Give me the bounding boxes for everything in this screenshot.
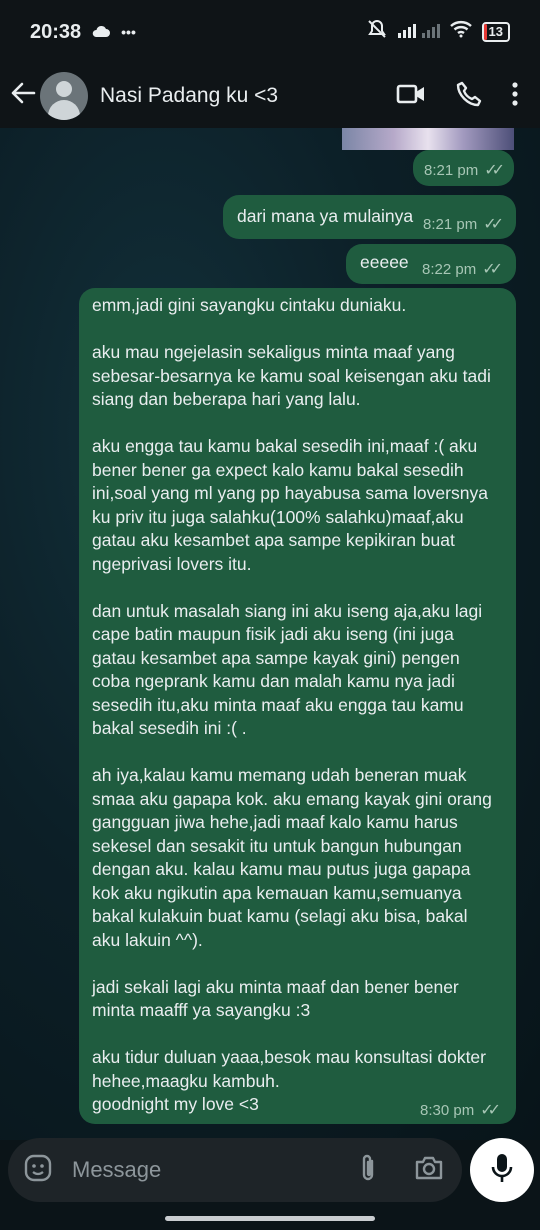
message-composer: Message [8,1138,462,1202]
mic-button[interactable] [470,1138,534,1202]
more-vert-icon[interactable] [512,81,518,111]
attach-icon[interactable] [358,1153,378,1188]
back-arrow-icon[interactable] [10,81,36,111]
chat-header: Nasi Padang ku <3 [0,64,540,128]
avatar[interactable] [40,72,88,120]
mic-icon [491,1153,513,1188]
wifi-icon [449,20,472,44]
gesture-nav-bar[interactable] [165,1216,375,1221]
battery-icon: 13 [481,22,510,42]
message-bubble[interactable]: 8:21 pm ✓✓ [413,150,514,186]
double-tick-icon: ✓✓ [484,162,505,179]
image-message-preview[interactable] [342,128,514,150]
double-tick-icon: ✓✓ [480,1102,501,1119]
message-time: 8:21 pm [424,161,479,179]
mute-icon [366,18,388,46]
message-text: emm,jadi gini sayangku cintaku duniaku. … [92,295,492,1114]
signal-icon [397,21,440,44]
message-bubble[interactable]: emm,jadi gini sayangku cintaku duniaku. … [79,288,516,1124]
camera-icon[interactable] [414,1155,444,1186]
message-time: 8:30 pm [420,1101,475,1119]
message-text: eeeee [360,252,409,272]
message-bubble[interactable]: eeeee 8:22 pm ✓✓ [346,244,516,284]
message-time: 8:22 pm [422,260,477,278]
status-bar: 20:38 ••• 13 [0,0,540,64]
message-time: 8:21 pm [423,215,478,233]
phone-icon[interactable] [456,81,482,112]
cloud-icon [91,21,111,44]
message-text: dari mana ya mulainya [237,206,414,226]
sticker-icon[interactable] [24,1154,52,1187]
contact-name[interactable]: Nasi Padang ku <3 [100,84,396,108]
double-tick-icon: ✓✓ [483,216,504,233]
video-call-icon[interactable] [396,83,426,110]
notification-dots: ••• [121,24,136,40]
double-tick-icon: ✓✓ [482,261,503,278]
message-input[interactable]: Message [72,1157,358,1183]
battery-level: 13 [488,24,503,39]
message-bubble[interactable]: dari mana ya mulainya 8:21 pm ✓✓ [223,195,516,239]
clock: 20:38 [30,20,82,43]
